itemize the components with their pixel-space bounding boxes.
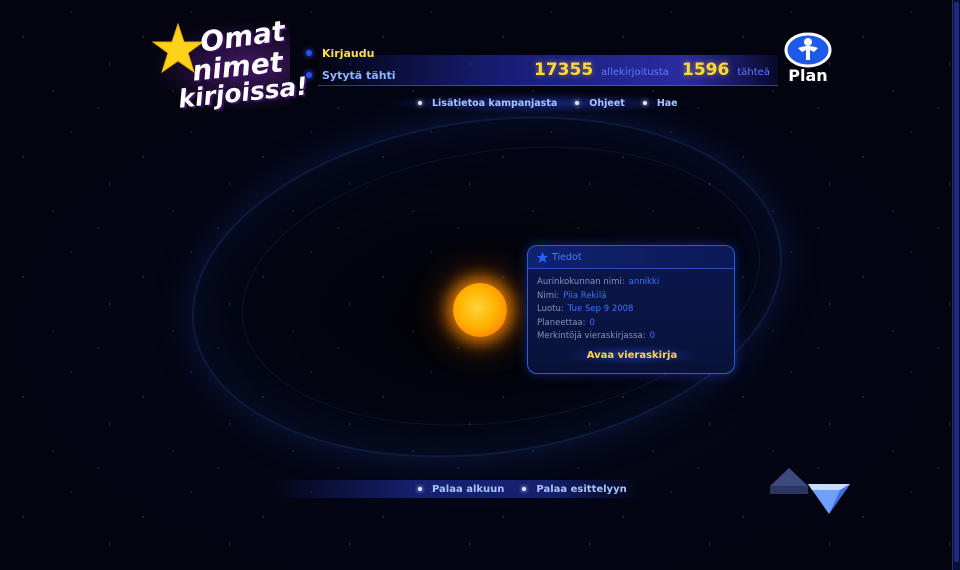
sun[interactable] [453, 283, 507, 337]
bullet-icon [522, 487, 527, 491]
light-star-label: Sytytä tähti [322, 68, 396, 82]
instructions-label: Ohjeet [589, 97, 625, 109]
solar-system-stage: Omat nimet kirjoissa! Kirjaudu Sytytä tä… [0, 0, 960, 570]
search-label: Hae [656, 97, 678, 109]
more-info-link[interactable]: Lisätietoa kampanjasta [418, 98, 557, 109]
bullet-icon [418, 487, 422, 491]
star-count-label: tähteä [737, 67, 770, 78]
bottom-navigation: Palaa alkuun Palaa esittelyyn [270, 480, 640, 498]
bullet-icon [418, 101, 422, 105]
info-key: Nimi: [537, 290, 560, 301]
signature-count: 17355 [534, 60, 594, 80]
back-to-intro-label: Palaa esittelyyn [536, 483, 627, 495]
bullet-icon [306, 72, 312, 78]
back-to-intro-link[interactable]: Palaa esittelyyn [522, 483, 627, 495]
main-menu: Kirjaudu Sytytä tähti [306, 42, 396, 86]
login-label: Kirjaudu [322, 46, 375, 60]
info-row-planets: Planeettaa: 0 [537, 318, 734, 332]
sub-navigation: Lisätietoa kampanjasta Ohjeet Hae [390, 94, 690, 112]
open-guestbook-button[interactable]: Avaa vieraskirja [568, 346, 696, 364]
plan-text: Plan [788, 66, 828, 85]
info-panel: Tiedot Aurinkokunnan nimi: annikki Nimi: P… [527, 245, 735, 374]
bullet-icon [642, 101, 647, 105]
arrow-down-icon[interactable] [806, 480, 852, 516]
more-info-label: Lisätietoa kampanjasta [432, 97, 558, 109]
info-key: Aurinkokunnan nimi: [537, 277, 625, 287]
info-row-created: Luotu: Tue Sep 9 2008 [537, 304, 734, 318]
info-row-name: Nimi: Piia Rekilä [537, 291, 734, 305]
signature-count-label: allekirjoitusta [601, 67, 669, 78]
arrow-up-icon[interactable] [768, 466, 810, 496]
zoom-arrows [768, 466, 854, 518]
info-row-solar-system-name: Aurinkokunnan nimi: annikki [537, 277, 734, 291]
bullet-icon [306, 50, 312, 56]
info-value: Piia Rekilä [563, 290, 607, 301]
plan-logo[interactable]: Plan [780, 32, 836, 92]
info-value: 0 [589, 317, 595, 328]
login-link[interactable]: Kirjaudu [306, 42, 396, 64]
instructions-link[interactable]: Ohjeet [575, 98, 625, 109]
star-count: 1596 [682, 60, 730, 80]
bullet-icon [575, 101, 580, 105]
search-link[interactable]: Hae [642, 97, 678, 109]
info-value: Tue Sep 9 2008 [567, 304, 634, 314]
scrollbar-thumb[interactable] [954, 2, 959, 562]
star-counter: 1596 tähteä [682, 60, 770, 80]
back-to-start-link[interactable]: Palaa alkuun [418, 484, 504, 495]
info-panel-title: Tiedot [552, 251, 582, 263]
back-to-start-label: Palaa alkuun [432, 483, 505, 495]
signature-counter: 17355 allekirjoitusta [534, 60, 669, 80]
info-key: Merkintöjä vieraskirjassa: [537, 331, 646, 341]
campaign-logo[interactable]: Omat nimet kirjoissa! [148, 14, 309, 114]
info-value: annikki [628, 277, 660, 287]
light-star-link[interactable]: Sytytä tähti [306, 64, 396, 86]
plan-logo-icon [784, 32, 832, 68]
info-row-guestbook-entries: Merkintöjä vieraskirjassa: 0 [537, 331, 734, 345]
info-value: 0 [649, 331, 655, 341]
info-panel-header: Tiedot [528, 246, 734, 269]
info-key: Planeettaa: [537, 317, 586, 328]
info-key: Luotu: [537, 304, 564, 314]
info-rows: Aurinkokunnan nimi: annikki Nimi: Piia Rek… [528, 269, 734, 345]
vertical-scrollbar[interactable] [952, 0, 960, 570]
star-icon [536, 251, 549, 263]
